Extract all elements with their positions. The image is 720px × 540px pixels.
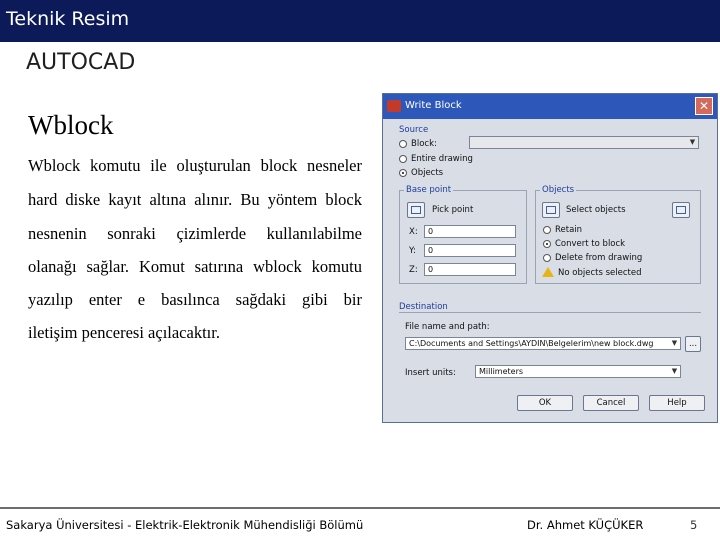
select-objects-label: Select objects bbox=[566, 205, 626, 215]
retain-radio[interactable] bbox=[543, 226, 551, 234]
convert-to-block-radio[interactable] bbox=[543, 240, 551, 248]
insert-units-select[interactable]: Millimeters ▼ bbox=[475, 365, 681, 378]
objects-label: Objects bbox=[540, 185, 577, 195]
pick-point-label: Pick point bbox=[432, 205, 474, 215]
write-block-dialog: Write Block ✕ Source Block: ▼ Entire dra… bbox=[382, 93, 718, 423]
y-label: Y: bbox=[409, 246, 416, 256]
x-label: X: bbox=[409, 227, 418, 237]
close-icon[interactable]: ✕ bbox=[695, 97, 713, 115]
body-line: nesnenin sonraki çizimlerde kullanılabil… bbox=[28, 224, 362, 243]
cancel-button[interactable]: Cancel bbox=[583, 395, 639, 411]
ok-button[interactable]: OK bbox=[517, 395, 573, 411]
source-entire-drawing-label: Entire drawing bbox=[411, 154, 473, 164]
file-path-value: C:\Documents and Settings\AYDIN\Belgeler… bbox=[409, 339, 654, 348]
footer-divider bbox=[0, 507, 720, 509]
base-point-group: Base point Pick point X: 0 Y: 0 Z: 0 bbox=[399, 185, 527, 284]
base-point-label: Base point bbox=[404, 185, 454, 195]
select-objects-button[interactable] bbox=[542, 202, 560, 218]
block-name-select[interactable]: ▼ bbox=[469, 136, 699, 149]
dialog-titlebar[interactable]: Write Block ✕ bbox=[383, 94, 717, 119]
insert-units-label: Insert units: bbox=[405, 368, 456, 378]
footer-institution: Sakarya Üniversitesi - Elektrik-Elektron… bbox=[6, 518, 364, 532]
slide-header-bar: Teknik Resim bbox=[0, 0, 720, 42]
help-button[interactable]: Help bbox=[649, 395, 705, 411]
section-heading: Wblock bbox=[28, 110, 114, 140]
file-name-label: File name and path: bbox=[405, 322, 490, 332]
objects-group: Objects Select objects Retain Convert to… bbox=[535, 185, 701, 284]
chevron-down-icon: ▼ bbox=[670, 339, 679, 348]
select-objects-icon bbox=[546, 206, 556, 214]
body-line: yazılıp enter e basılınca sağdaki gibi b… bbox=[28, 290, 362, 309]
retain-label: Retain bbox=[555, 225, 583, 235]
base-point-x-input[interactable]: 0 bbox=[424, 225, 516, 238]
file-path-select[interactable]: C:\Documents and Settings\AYDIN\Belgeler… bbox=[405, 337, 681, 350]
source-objects-label: Objects bbox=[411, 168, 444, 178]
chevron-down-icon: ▼ bbox=[671, 367, 678, 375]
source-group-label: Source bbox=[399, 125, 429, 135]
dialog-title: Write Block bbox=[405, 100, 462, 111]
quick-select-icon bbox=[676, 206, 686, 214]
destination-label: Destination bbox=[399, 302, 448, 312]
base-point-z-input[interactable]: 0 bbox=[424, 263, 516, 276]
convert-to-block-label: Convert to block bbox=[555, 239, 626, 249]
body-line: iletişim penceresi açılacaktır. bbox=[28, 323, 220, 342]
source-objects-radio[interactable] bbox=[399, 169, 407, 177]
slide-header-title: Teknik Resim bbox=[6, 8, 130, 30]
body-line: olanağı sağlar. Komut satırına wblock ko… bbox=[28, 257, 362, 276]
source-block-radio[interactable] bbox=[399, 140, 407, 148]
page-number: 5 bbox=[690, 518, 698, 532]
body-line: Wblock komutu ile oluşturulan block nesn… bbox=[28, 156, 362, 175]
footer-author: Dr. Ahmet KÜÇÜKER bbox=[527, 518, 644, 532]
selection-status: No objects selected bbox=[558, 268, 642, 278]
quick-select-button[interactable] bbox=[672, 202, 690, 218]
z-label: Z: bbox=[409, 265, 418, 275]
browse-button[interactable]: ... bbox=[685, 336, 701, 352]
warning-icon bbox=[542, 267, 554, 277]
base-point-y-input[interactable]: 0 bbox=[424, 244, 516, 257]
source-block-label: Block: bbox=[411, 139, 437, 149]
insert-units-value: Millimeters bbox=[479, 367, 524, 376]
source-entire-drawing-radio[interactable] bbox=[399, 155, 407, 163]
destination-divider bbox=[399, 312, 701, 313]
body-line: hard diske kayıt altına alınır. Bu yönte… bbox=[28, 190, 362, 209]
pick-point-button[interactable] bbox=[407, 202, 425, 218]
pick-point-icon bbox=[411, 206, 421, 214]
autocad-app-icon bbox=[387, 100, 401, 112]
delete-from-drawing-radio[interactable] bbox=[543, 254, 551, 262]
delete-from-drawing-label: Delete from drawing bbox=[555, 253, 643, 263]
slide-subtitle: AUTOCAD bbox=[26, 50, 136, 75]
chevron-down-icon: ▼ bbox=[689, 138, 696, 146]
